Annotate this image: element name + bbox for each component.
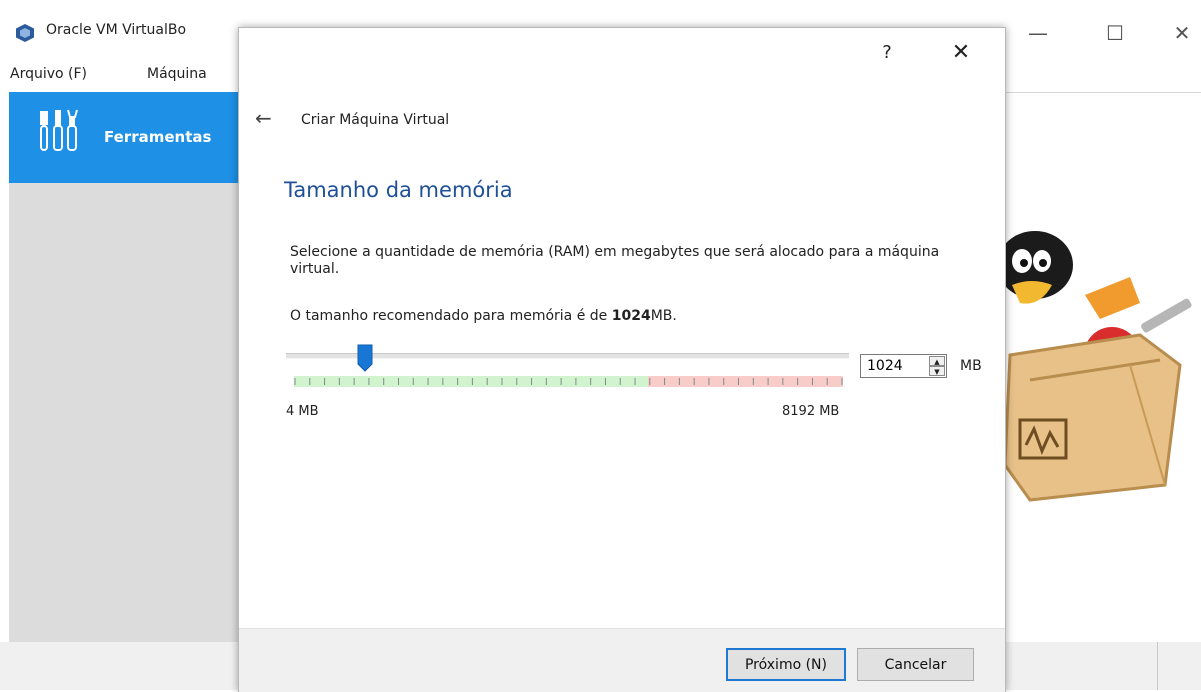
- memory-input[interactable]: [863, 357, 927, 375]
- spin-down-button[interactable]: ▼: [929, 366, 945, 376]
- menu-maquina[interactable]: Máquina: [147, 66, 207, 82]
- slider-min-label: 4 MB: [286, 404, 319, 419]
- dialog-footer: Próximo (N) Cancelar: [239, 628, 1005, 692]
- minimize-button[interactable]: —: [1018, 18, 1058, 48]
- create-vm-dialog: ? ✕ ← Criar Máquina Virtual Tamanho da m…: [238, 27, 1006, 692]
- window-title: Oracle VM VirtualBo: [46, 22, 187, 38]
- recommended-prefix: O tamanho recomendado para memória é de: [290, 308, 612, 324]
- recommended-value: 1024: [611, 308, 651, 324]
- back-arrow-icon[interactable]: ←: [255, 106, 272, 130]
- unit-label: MB: [960, 358, 982, 374]
- next-button[interactable]: Próximo (N): [726, 648, 846, 681]
- spin-up-button[interactable]: ▲: [929, 356, 945, 366]
- close-window-button[interactable]: ✕: [1162, 18, 1201, 48]
- recommended-suffix: MB.: [650, 308, 677, 324]
- slider-max-label: 8192 MB: [782, 404, 840, 419]
- divider: [1004, 92, 1201, 93]
- description-text: Selecione a quantidade de memória (RAM) …: [290, 244, 940, 277]
- maximize-button[interactable]: ☐: [1095, 18, 1135, 48]
- sidebar-item-label: Ferramentas: [104, 128, 212, 146]
- cancel-button[interactable]: Cancelar: [857, 648, 974, 681]
- divider: [1157, 642, 1158, 690]
- wizard-title: Criar Máquina Virtual: [301, 112, 450, 128]
- slider-thumb-icon[interactable]: [356, 344, 374, 372]
- sidebar-item-tools[interactable]: Ferramentas: [9, 92, 241, 183]
- dialog-close-button[interactable]: ✕: [947, 40, 975, 68]
- tools-icon: [40, 109, 78, 151]
- mascot-toolbox-illustration: [997, 231, 1192, 502]
- virtualbox-logo-icon: [16, 24, 34, 42]
- help-button[interactable]: ?: [875, 42, 899, 68]
- slider-ticks: [294, 378, 843, 385]
- sidebar: Ferramentas: [9, 92, 242, 642]
- page-heading: Tamanho da memória: [284, 178, 513, 202]
- recommended-memory-text: O tamanho recomendado para memória é de …: [290, 308, 677, 324]
- menu-arquivo[interactable]: Arquivo (F): [10, 66, 87, 82]
- memory-spinbox[interactable]: ▲ ▼: [860, 354, 947, 378]
